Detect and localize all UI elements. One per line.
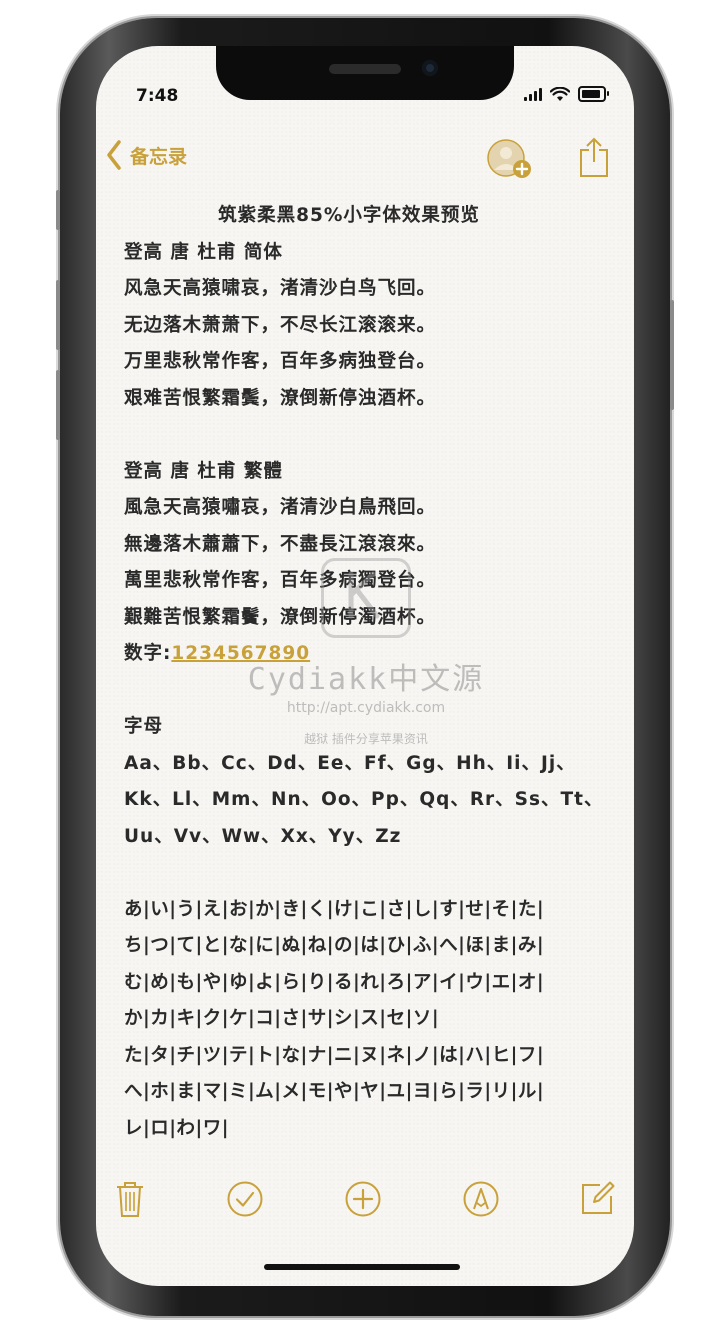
back-button[interactable]: 备忘录 [106,140,187,170]
poem-line: 万里悲秋常作客，百年多病独登台。 [124,351,437,372]
note-body[interactable]: 筑紫柔黑85%小字体效果预览 登高 唐 杜甫 简体 风急天高猿啸哀，渚清沙白鸟飞… [124,198,604,1147]
add-attachment-button[interactable] [344,1180,382,1222]
poem-line: 风急天高猿啸哀，渚清沙白鸟飞回。 [124,278,437,299]
power-button [670,300,674,410]
chevron-left-icon [107,140,121,170]
digits-label: 数字: [124,643,172,664]
kana-line: む|め|も|や|ゆ|よ|ら|り|る|れ|ろ|ア|イ|ウ|エ|オ| [124,971,545,993]
poem-line: 艰难苦恨繁霜鬓，潦倒新停浊酒杯。 [124,387,437,409]
front-camera [422,60,438,76]
poem-line: 无边落木萧萧下，不尽长江滚滚来。 [124,314,437,336]
bottom-toolbar [96,1176,634,1226]
kana-line: へ|ホ|ま|マ|ミ|ム|メ|モ|や|ヤ|ユ|ヨ|ら|ラ|リ|ル| [124,1081,545,1102]
letters-line: Kk、Ll、Mm、Nn、Oo、Pp、Qq、Rr、Ss、Tt、 [124,789,604,810]
share-button[interactable] [578,136,610,182]
home-indicator[interactable] [264,1264,460,1270]
trash-icon [117,1182,143,1217]
speaker [329,64,401,74]
poem-line: 風急天高猿嘯哀，渚清沙白鳥飛回。 [124,497,437,518]
volume-down-button [56,370,60,440]
poem-line: 艱難苦恨繁霜鬢，潦倒新停濁酒杯。 [124,606,437,628]
back-label: 备忘录 [130,145,188,168]
mute-switch [56,190,60,230]
digits-line: 数字:1234567890 [124,636,604,673]
add-people-button[interactable] [486,138,536,186]
poem-line: 萬里悲秋常作客，百年多病獨登台。 [124,570,437,591]
kana-block: あ|い|う|え|お|か|き|く|け|こ|さ|し|す|せ|そ|た| ち|つ|て|と… [124,892,604,1148]
letters-heading: 字母 [124,716,164,737]
delete-button[interactable] [114,1180,146,1222]
kana-line: レ|ロ|わ|ワ| [124,1117,230,1139]
note-title: 筑紫柔黑85%小字体效果预览 [218,205,480,226]
letters-line: Aa、Bb、Cc、Dd、Ee、Ff、Gg、Hh、Ii、Jj、 [124,752,576,774]
battery-icon [578,86,609,102]
kana-line: か|カ|キ|ク|ケ|コ|さ|サ|シ|ス|セ|ソ| [124,1008,440,1029]
plus-circle-icon [345,1181,381,1217]
checklist-button[interactable] [226,1180,264,1222]
poem-heading-traditional: 登高 唐 杜甫 繁體 [124,460,283,482]
phone-number-link[interactable]: 1234567890 [171,643,310,664]
notch [216,46,514,100]
poem-line: 無邊落木蕭蕭下，不盡長江滾滾來。 [124,533,437,555]
pen-tip-circle-icon [463,1181,499,1217]
signal-icon [524,87,542,101]
kana-line: あ|い|う|え|お|か|き|く|け|こ|さ|し|す|せ|そ|た| [124,898,545,920]
add-person-icon [487,139,531,178]
kana-line: ち|つ|て|と|な|に|ぬ|ね|の|は|ひ|ふ|へ|ほ|ま|み| [124,935,545,956]
letters-line: Uu、Vv、Ww、Xx、Yy、Zz [124,825,402,847]
compose-button[interactable] [580,1180,616,1220]
markup-button[interactable] [462,1180,500,1222]
status-indicators [524,86,609,102]
compose-icon [582,1181,615,1214]
wifi-icon [550,86,570,101]
nav-bar: 备忘录 [96,136,634,186]
notes-screen: 7:48 备忘录 筑紫柔黑85%小字体效果预览 登高 唐 杜甫 简体 风急天高猿… [96,46,634,1286]
kana-line: た|タ|チ|ツ|テ|ト|な|ナ|ニ|ヌ|ネ|ノ|は|ハ|ヒ|フ| [124,1044,545,1066]
checkmark-circle-icon [227,1181,263,1217]
share-icon [580,137,608,177]
status-time: 7:48 [136,86,179,106]
volume-up-button [56,280,60,350]
poem-heading-simplified: 登高 唐 杜甫 简体 [124,241,283,263]
